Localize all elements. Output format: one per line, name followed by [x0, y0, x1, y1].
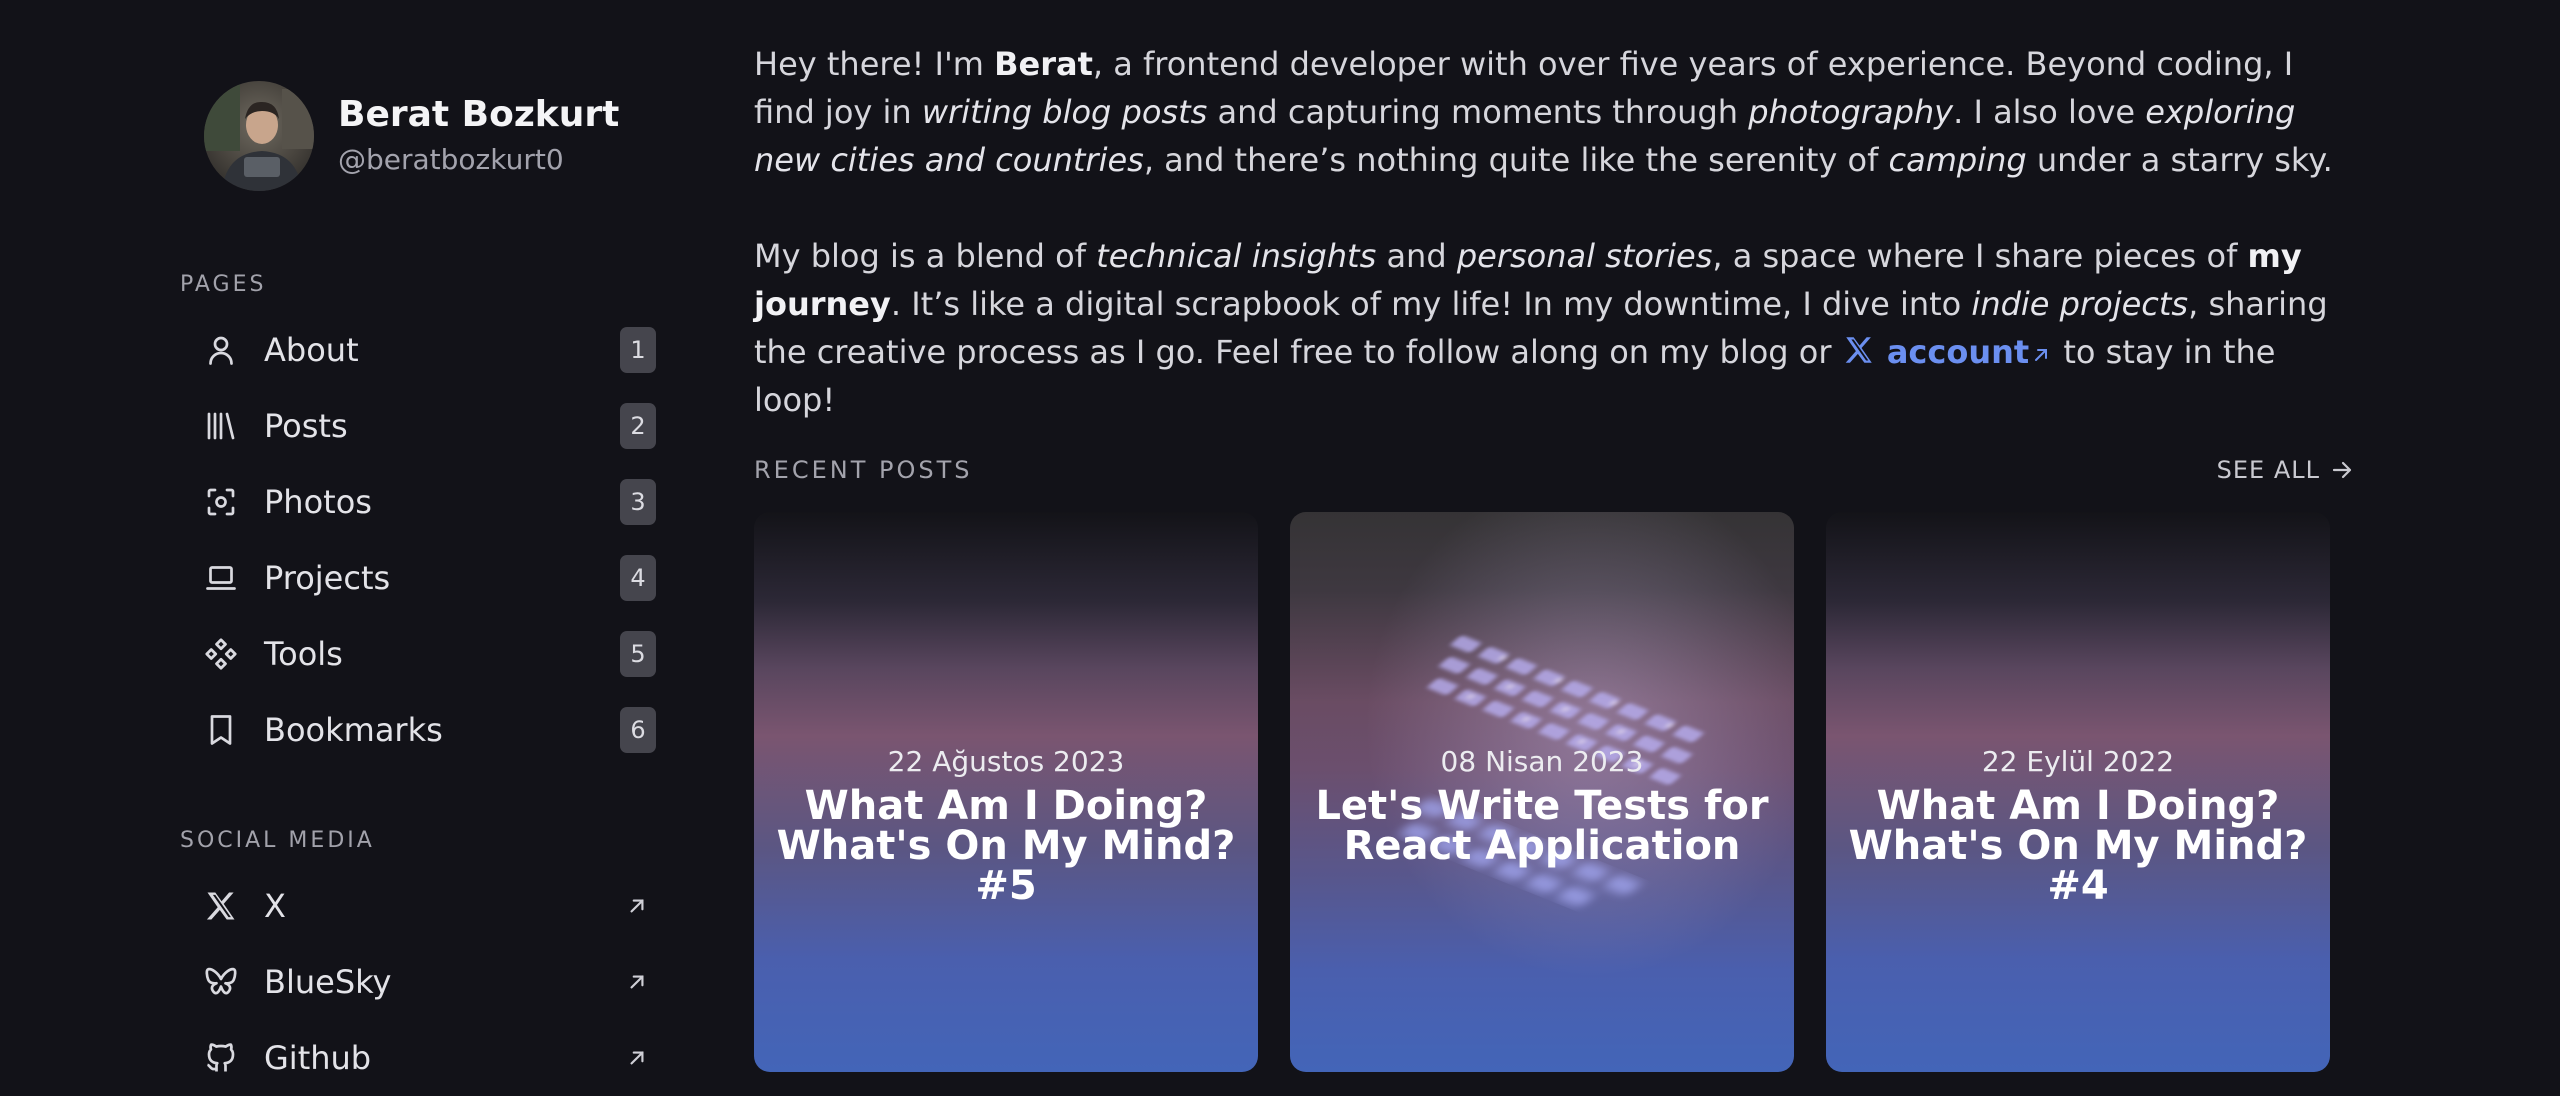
nav-label-about: About	[264, 331, 359, 369]
avatar	[204, 81, 314, 191]
nav-label-projects: Projects	[264, 559, 391, 597]
external-link-icon	[624, 969, 650, 995]
social-link-github[interactable]: Github	[184, 1020, 656, 1096]
nav-badge-about: 1	[620, 327, 656, 373]
intro-italic: writing blog posts	[921, 93, 1208, 131]
butterfly-icon	[202, 963, 240, 1001]
social-section-label: SOCIAL MEDIA	[180, 828, 375, 853]
intro-text: . It’s like a digital scrapbook of my li…	[890, 285, 1972, 323]
social-label-x: X	[264, 887, 286, 925]
intro-italic: personal stories	[1456, 237, 1713, 275]
social-link-bluesky[interactable]: BlueSky	[184, 944, 656, 1020]
user-icon	[202, 331, 240, 369]
intro-italic: technical insights	[1096, 237, 1377, 275]
bookmark-icon	[202, 711, 240, 749]
social-nav: X BlueSky Github	[184, 868, 656, 1096]
intro-text: . I also love	[1953, 93, 2146, 131]
nav-item-photos[interactable]: Photos 3	[184, 464, 656, 540]
nav-badge-bookmarks: 6	[620, 707, 656, 753]
profile-handle: @beratbozkurt0	[338, 143, 564, 176]
nav-label-bookmarks: Bookmarks	[264, 711, 443, 749]
post-title: What Am I Doing? What's On My Mind? #5	[776, 783, 1236, 909]
recent-posts-list: 22 Ağustos 2023 What Am I Doing? What's …	[754, 512, 2354, 1072]
library-icon	[202, 407, 240, 445]
post-card[interactable]: 08 Nisan 2023 Let's Write Tests for Reac…	[1290, 512, 1794, 1072]
nav-badge-photos: 3	[620, 479, 656, 525]
arrow-right-icon	[2332, 461, 2352, 479]
pages-section-label: PAGES	[180, 272, 267, 297]
intro-paragraph-1: Hey there! I'm Berat, a frontend develop…	[754, 40, 2354, 184]
post-title: Let's Write Tests for React Application	[1315, 783, 1769, 869]
recent-posts-title: RECENT POSTS	[754, 456, 973, 484]
nav-badge-tools: 5	[620, 631, 656, 677]
post-date: 22 Ağustos 2023	[887, 745, 1125, 778]
post-card[interactable]: 22 Ağustos 2023 What Am I Doing? What's …	[754, 512, 1258, 1072]
x-logo-icon	[1845, 337, 1872, 363]
nav-badge-projects: 4	[620, 555, 656, 601]
intro-text: My blog is a blend of	[754, 237, 1097, 275]
nav-item-projects[interactable]: Projects 4	[184, 540, 656, 616]
post-date: 08 Nisan 2023	[1440, 745, 1644, 778]
x-account-link[interactable]: account	[1842, 333, 2054, 371]
intro-text: Hey there! I'm	[754, 45, 995, 83]
intro-paragraph-2: My blog is a blend of technical insights…	[754, 232, 2354, 424]
profile[interactable]: Berat Bozkurt @beratbozkurt0	[204, 81, 619, 191]
x-logo-icon	[202, 887, 240, 925]
camera-focus-icon	[202, 483, 240, 521]
github-icon	[202, 1039, 240, 1077]
intro-text: and	[1376, 237, 1457, 275]
post-date: 22 Eylül 2022	[1981, 745, 2175, 778]
nav-label-photos: Photos	[264, 483, 372, 521]
sidebar: Berat Bozkurt @beratbozkurt0 PAGES About…	[0, 0, 690, 1077]
intro-italic: camping	[1888, 141, 2027, 179]
social-link-x[interactable]: X	[184, 868, 656, 944]
intro-bold: Berat	[994, 45, 1093, 83]
main-content: Hey there! I'm Berat, a frontend develop…	[754, 40, 2354, 424]
nav-item-posts[interactable]: Posts 2	[184, 388, 656, 464]
social-label-github: Github	[264, 1039, 372, 1077]
see-all-label: SEE ALL	[2216, 456, 2320, 484]
external-link-icon	[624, 893, 650, 919]
profile-name: Berat Bozkurt	[338, 94, 620, 135]
laptop-icon	[202, 559, 240, 597]
nav-badge-posts: 2	[620, 403, 656, 449]
intro-italic: indie projects	[1971, 285, 2189, 323]
external-link-icon	[2035, 349, 2048, 361]
intro-text: and capturing moments through	[1207, 93, 1749, 131]
nav-item-about[interactable]: About 1	[184, 312, 656, 388]
intro-text: , and there’s nothing quite like the ser…	[1143, 141, 1889, 179]
tools-icon	[202, 635, 240, 673]
nav-label-tools: Tools	[264, 635, 343, 673]
intro-italic: photography	[1748, 93, 1954, 131]
pages-nav: About 1 Posts 2 Photos 3 Projects 4 Tool…	[184, 312, 656, 768]
nav-label-posts: Posts	[264, 407, 348, 445]
external-link-icon	[624, 1045, 650, 1071]
social-label-bluesky: BlueSky	[264, 963, 392, 1001]
intro-text: under a starry sky.	[2026, 141, 2333, 179]
see-all-button[interactable]: SEE ALL	[2217, 456, 2354, 484]
nav-item-tools[interactable]: Tools 5	[184, 616, 656, 692]
intro-text: , a space where I share pieces of	[1712, 237, 2248, 275]
x-account-link-label: account	[1886, 333, 2030, 371]
nav-item-bookmarks[interactable]: Bookmarks 6	[184, 692, 656, 768]
post-title: What Am I Doing? What's On My Mind? #4	[1848, 783, 2308, 909]
recent-posts-header: RECENT POSTS SEE ALL	[754, 456, 2354, 484]
post-card[interactable]: 22 Eylül 2022 What Am I Doing? What's On…	[1826, 512, 2330, 1072]
